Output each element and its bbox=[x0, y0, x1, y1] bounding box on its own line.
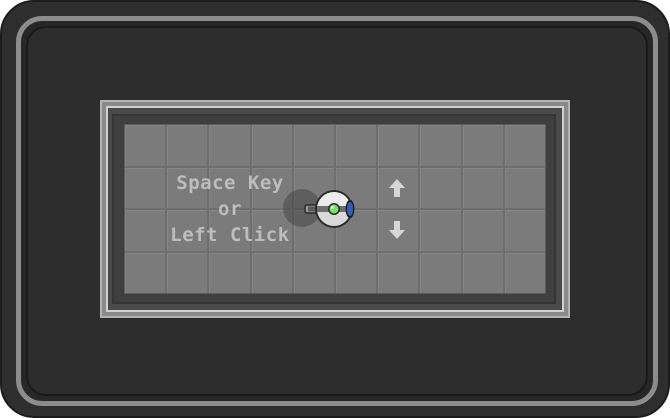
grid-cell[interactable] bbox=[336, 252, 377, 293]
grid-cell[interactable] bbox=[378, 252, 419, 293]
arrow-down-icon bbox=[389, 221, 405, 239]
grid-cell[interactable] bbox=[125, 125, 166, 166]
grid-cell[interactable] bbox=[167, 125, 208, 166]
round-robot-player-icon bbox=[304, 190, 355, 228]
grid-cell[interactable] bbox=[167, 252, 208, 293]
hint-line-left-click: Left Click bbox=[170, 224, 290, 246]
grid-cell[interactable] bbox=[504, 167, 545, 208]
grid-cell[interactable] bbox=[504, 125, 545, 166]
grid-cell[interactable] bbox=[336, 125, 377, 166]
grid-cell[interactable] bbox=[209, 125, 250, 166]
grid-cell[interactable] bbox=[251, 252, 292, 293]
grid-cell[interactable] bbox=[462, 125, 503, 166]
arrow-up-icon bbox=[389, 179, 405, 197]
grid-cell[interactable] bbox=[420, 252, 461, 293]
grid-cell[interactable] bbox=[293, 125, 334, 166]
grid-cell[interactable] bbox=[504, 252, 545, 293]
grid-cell[interactable] bbox=[378, 125, 419, 166]
grid-cell[interactable] bbox=[462, 210, 503, 251]
grid-cell[interactable] bbox=[420, 210, 461, 251]
grid-cell[interactable] bbox=[462, 252, 503, 293]
grid-cell[interactable] bbox=[251, 125, 292, 166]
grid-cell[interactable] bbox=[125, 252, 166, 293]
grid-cell[interactable] bbox=[504, 210, 545, 251]
grid-cell[interactable] bbox=[293, 252, 334, 293]
grid-cell[interactable] bbox=[420, 125, 461, 166]
grid-cell[interactable] bbox=[420, 167, 461, 208]
grid-cell[interactable] bbox=[209, 252, 250, 293]
hint-line-space-key: Space Key bbox=[176, 172, 284, 194]
grid-cell[interactable] bbox=[462, 167, 503, 208]
